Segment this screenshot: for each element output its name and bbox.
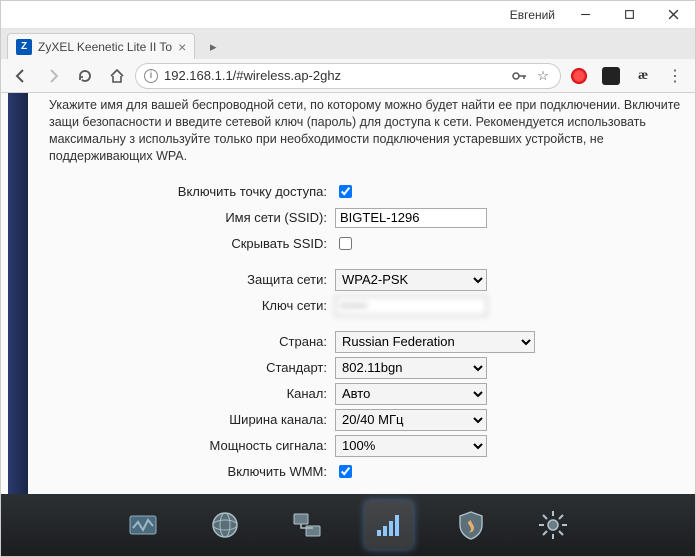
url-text: 192.168.1.1/#wireless.ap-2ghz <box>164 68 504 83</box>
nav-network-icon[interactable] <box>283 501 331 549</box>
label-ssid: Имя сети (SSID): <box>49 210 335 225</box>
extension-icon[interactable] <box>597 62 625 90</box>
ssid-input[interactable] <box>335 208 487 228</box>
channel-select[interactable]: Авто <box>335 383 487 405</box>
label-hide-ssid: Скрывать SSID: <box>49 236 335 251</box>
maximize-button[interactable] <box>607 1 651 29</box>
intro-text: Укажите имя для вашей беспроводной сети,… <box>49 97 681 165</box>
favicon-icon: Z <box>16 39 32 55</box>
label-security: Защита сети: <box>49 272 335 287</box>
wireless-form: Включить точку доступа: Имя сети (SSID):… <box>49 179 681 495</box>
address-bar[interactable]: i 192.168.1.1/#wireless.ap-2ghz ☆ <box>135 63 561 89</box>
label-key: Ключ сети: <box>49 298 335 313</box>
enable-ap-checkbox[interactable] <box>339 185 352 198</box>
tab-strip: Z ZyXEL Keenetic Lite II To × ▸ <box>1 29 695 59</box>
minimize-button[interactable] <box>563 1 607 29</box>
label-enable-ap: Включить точку доступа: <box>49 184 335 199</box>
window-user: Евгений <box>510 8 555 22</box>
window-titlebar: Евгений <box>1 1 695 29</box>
browser-toolbar: i 192.168.1.1/#wireless.ap-2ghz ☆ æ ⋮ <box>1 59 695 93</box>
country-select[interactable]: Russian Federation <box>335 331 535 353</box>
label-standard: Стандарт: <box>49 360 335 375</box>
back-button[interactable] <box>7 62 35 90</box>
home-button[interactable] <box>103 62 131 90</box>
label-power: Мощность сигнала: <box>49 438 335 453</box>
standard-select[interactable]: 802.11bgn <box>335 357 487 379</box>
power-select[interactable]: 100% <box>335 435 487 457</box>
hide-ssid-checkbox[interactable] <box>339 237 352 250</box>
router-nav-bar <box>1 494 695 556</box>
key-input[interactable] <box>335 296 487 316</box>
nav-firewall-icon[interactable] <box>447 501 495 549</box>
new-tab-button[interactable]: ▸ <box>201 35 225 59</box>
nav-internet-icon[interactable] <box>201 501 249 549</box>
browser-tab[interactable]: Z ZyXEL Keenetic Lite II To × <box>7 33 195 59</box>
security-select[interactable]: WPA2-PSK <box>335 269 487 291</box>
page-viewport: Укажите имя для вашей беспроводной сети,… <box>1 93 695 494</box>
label-country: Страна: <box>49 334 335 349</box>
site-info-icon[interactable]: i <box>144 69 158 83</box>
key-icon[interactable] <box>510 67 528 85</box>
opera-extension-icon[interactable] <box>565 62 593 90</box>
close-button[interactable] <box>651 1 695 29</box>
reload-button[interactable] <box>71 62 99 90</box>
nav-settings-icon[interactable] <box>529 501 577 549</box>
star-icon[interactable]: ☆ <box>534 67 552 85</box>
nav-wireless-icon[interactable] <box>365 501 413 549</box>
label-channel: Канал: <box>49 386 335 401</box>
forward-button[interactable] <box>39 62 67 90</box>
left-accent-bar <box>8 93 28 494</box>
width-select[interactable]: 20/40 МГц <box>335 409 487 431</box>
nav-monitor-icon[interactable] <box>119 501 167 549</box>
tab-close-icon[interactable]: × <box>178 40 186 54</box>
tab-title: ZyXEL Keenetic Lite II To <box>38 40 172 54</box>
browser-menu-button[interactable]: ⋮ <box>661 62 689 90</box>
wmm-checkbox[interactable] <box>339 465 352 478</box>
ae-extension-icon[interactable]: æ <box>629 62 657 90</box>
label-wmm: Включить WMM: <box>49 464 335 479</box>
label-width: Ширина канала: <box>49 412 335 427</box>
